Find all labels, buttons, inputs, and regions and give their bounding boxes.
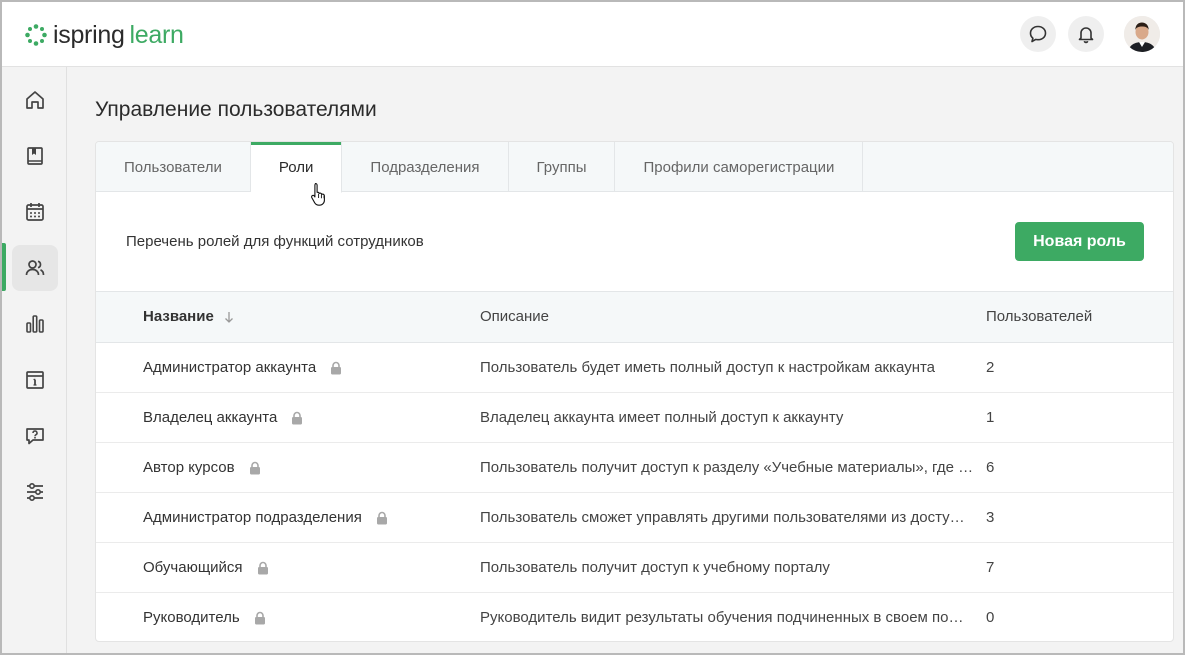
- sidebar-item-users[interactable]: [12, 245, 58, 291]
- table-header: Название Описание Пользователей: [96, 291, 1173, 343]
- notifications-button[interactable]: [1068, 16, 1104, 52]
- sidebar-item-calendar[interactable]: [12, 189, 58, 235]
- page-title: Управление пользователями: [95, 98, 377, 121]
- top-bar: ispring learn: [2, 2, 1183, 67]
- role-name-text: Владелец аккаунта: [143, 409, 278, 426]
- table-row[interactable]: Руководитель Руководитель видит результат…: [96, 593, 1173, 641]
- bell-icon: [1078, 27, 1094, 44]
- role-name-text: Автор курсов: [143, 459, 235, 476]
- sliders-icon: [27, 482, 43, 502]
- lock-icon: [254, 611, 265, 624]
- column-header-name[interactable]: Название: [143, 308, 236, 325]
- roles-card: Пользователи Роли Подразделения Группы П…: [95, 141, 1174, 642]
- role-description: Пользователь получит доступ к учебному п…: [480, 559, 830, 576]
- home-icon: [26, 91, 44, 109]
- roles-description: Перечень ролей для функций сотрудников: [126, 233, 424, 250]
- role-users-count: 1: [986, 409, 995, 426]
- sidebar-active-indicator: [2, 243, 6, 291]
- sidebar-item-help[interactable]: [12, 413, 58, 459]
- lock-icon: [331, 361, 342, 374]
- role-name-text: Администратор аккаунта: [143, 359, 317, 376]
- tab-roles[interactable]: Роли: [250, 142, 343, 193]
- tab-self-registration-profiles[interactable]: Профили саморегистрации: [615, 142, 864, 192]
- user-avatar[interactable]: [1124, 16, 1160, 52]
- table-row[interactable]: Владелец аккаунта Владелец аккаунта имеет…: [96, 393, 1173, 443]
- chat-button[interactable]: [1020, 16, 1056, 52]
- bar-chart-icon: [26, 315, 44, 333]
- role-description: Владелец аккаунта имеет полный доступ к …: [480, 409, 844, 426]
- logo[interactable]: ispring learn: [24, 20, 184, 50]
- sidebar-item-learning[interactable]: [12, 133, 58, 179]
- sidebar: [2, 67, 67, 653]
- tab-users[interactable]: Пользователи: [96, 142, 251, 192]
- lock-icon: [292, 411, 303, 424]
- column-header-users: Пользователей: [986, 308, 1093, 325]
- hand-cursor-icon: [311, 182, 325, 206]
- table-row[interactable]: Администратор подразделения Пользователь …: [96, 493, 1173, 543]
- chat-bubble-icon: [1029, 25, 1047, 43]
- info-board-icon: [26, 371, 44, 389]
- tab-bar: Пользователи Роли Подразделения Группы П…: [96, 142, 1173, 193]
- role-name[interactable]: Администратор аккаунта: [143, 359, 342, 376]
- role-name-text: Обучающийся: [143, 559, 243, 576]
- logo-text-ispring: ispring: [53, 20, 125, 49]
- logo-text-learn: learn: [129, 20, 184, 49]
- table-row[interactable]: Администратор аккаунта Пользователь будет…: [96, 343, 1173, 393]
- role-name[interactable]: Руководитель: [143, 609, 266, 626]
- tab-groups[interactable]: Группы: [509, 142, 616, 192]
- table-row[interactable]: Автор курсов Пользователь получит доступ …: [96, 443, 1173, 493]
- book-icon: [27, 147, 43, 165]
- sidebar-item-reports[interactable]: [12, 301, 58, 347]
- sidebar-item-settings[interactable]: [12, 469, 58, 515]
- role-description: Пользователь получит доступ к разделу «У…: [480, 459, 974, 476]
- role-name-text: Администратор подразделения: [143, 509, 362, 526]
- role-users-count: 7: [986, 559, 995, 576]
- logo-mark-icon: [25, 24, 47, 46]
- question-chat-icon: [26, 428, 44, 445]
- role-users-count: 0: [986, 609, 995, 626]
- role-name[interactable]: Владелец аккаунта: [143, 409, 303, 426]
- lock-icon: [257, 561, 268, 574]
- lock-icon: [376, 511, 387, 524]
- role-users-count: 2: [986, 359, 995, 376]
- role-description: Пользователь будет иметь полный доступ к…: [480, 359, 936, 376]
- calendar-icon: [26, 203, 44, 221]
- role-users-count: 3: [986, 509, 995, 526]
- sidebar-item-info[interactable]: [12, 357, 58, 403]
- new-role-button[interactable]: Новая роль: [1015, 222, 1144, 261]
- avatar-icon: [1124, 16, 1160, 52]
- column-header-description: Описание: [480, 308, 550, 325]
- lock-icon: [249, 461, 260, 474]
- role-name[interactable]: Администратор подразделения: [143, 509, 388, 526]
- sidebar-item-home[interactable]: [12, 77, 58, 123]
- app-window: ispring learn Управление пользователями …: [0, 0, 1185, 655]
- role-name[interactable]: Автор курсов: [143, 459, 261, 476]
- role-name-text: Руководитель: [143, 609, 240, 626]
- table-row[interactable]: Обучающийся Пользователь получит доступ к…: [96, 543, 1173, 593]
- role-description: Руководитель видит результаты обучения п…: [480, 609, 964, 626]
- users-icon: [25, 260, 45, 276]
- role-users-count: 6: [986, 459, 995, 476]
- role-name[interactable]: Обучающийся: [143, 559, 269, 576]
- role-description: Пользователь сможет управлять другими по…: [480, 509, 965, 526]
- sort-arrow-down-icon: [224, 311, 233, 323]
- tab-departments[interactable]: Подразделения: [342, 142, 509, 192]
